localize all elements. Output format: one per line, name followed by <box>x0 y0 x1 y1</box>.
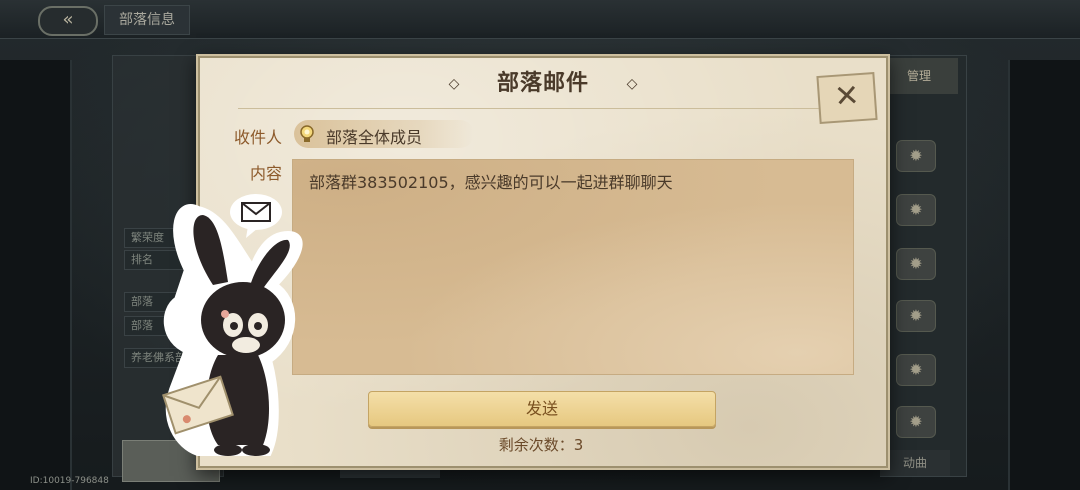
player-id: ID:10019-796848 <box>30 476 109 486</box>
gear-icon[interactable]: ✹ <box>896 406 936 438</box>
background-pillar-left <box>0 60 72 490</box>
double-chevron-left-icon: « <box>62 9 74 30</box>
bottom-tab[interactable]: 动曲 <box>880 450 950 476</box>
back-button[interactable]: « <box>38 6 98 36</box>
content-text: 部落群383502105，感兴趣的可以一起进群聊聊天 <box>309 173 673 192</box>
gear-icon[interactable]: ✹ <box>896 194 936 226</box>
remaining-count-row: 剩余次数：3 <box>368 434 714 455</box>
background-pillar-right <box>1008 60 1080 490</box>
send-button[interactable]: 发送 <box>368 391 716 427</box>
content-label: 内容 <box>249 164 282 183</box>
gear-icon[interactable]: ✹ <box>896 140 936 172</box>
manage-tab[interactable]: 管理 <box>880 58 958 94</box>
gear-icon[interactable]: ✹ <box>896 300 936 332</box>
gear-icon[interactable]: ✹ <box>896 354 936 386</box>
recipient-value: 部落全体成员 <box>326 128 423 147</box>
remaining-label: 剩余次数： <box>498 436 574 454</box>
title-ornament-right-icon: ◇ <box>626 76 638 92</box>
lightbulb-icon <box>300 125 314 142</box>
page-title: 部落信息 <box>104 5 190 35</box>
content-textarea[interactable]: 部落群383502105，感兴趣的可以一起进群聊聊天 <box>292 159 854 375</box>
remaining-count: 3 <box>573 436 584 454</box>
header-divider <box>238 108 838 109</box>
dialog-title: 部落邮件 <box>496 71 589 96</box>
close-x-icon: ✕ <box>833 78 861 115</box>
recipient-label: 收件人 <box>233 128 282 147</box>
close-button[interactable]: ✕ <box>816 72 878 124</box>
gear-icon[interactable]: ✹ <box>896 248 936 280</box>
mail-speech-bubble-icon <box>230 194 282 238</box>
